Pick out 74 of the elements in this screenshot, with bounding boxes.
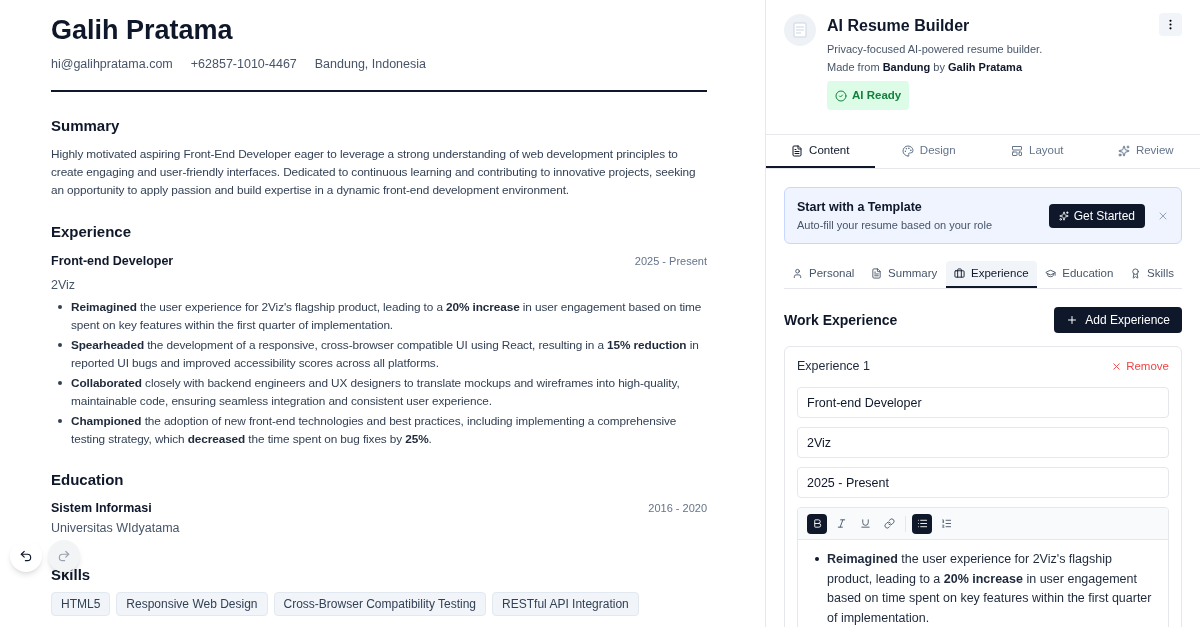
- rich-text-editor[interactable]: Reimagined the user experience for 2Viz's flagship product, leading to a 20% increase in user engagement based on time spent on key features within the first quarter of implementation.: [797, 507, 1169, 627]
- more-menu-button[interactable]: [1159, 13, 1182, 36]
- app-credit: Made from Bandung by Galih Pratama: [827, 59, 1024, 75]
- plus-icon: [1066, 314, 1079, 327]
- section-heading: Summary: [51, 116, 121, 136]
- link-icon: [883, 518, 895, 529]
- main-tab[interactable]: Design: [874, 135, 983, 169]
- italic-icon: [835, 518, 847, 529]
- section-tab[interactable]: Summary: [863, 261, 946, 289]
- x-icon: [1111, 361, 1123, 373]
- summary-text: Highly motivated aspiring Front-End Developer eager to leverage a strong understanding of web development principles to create engaging and user-friendly interfaces. Dedicated to continuous learning and contributing to innovative projects, seeking an opportunity to apply passion and build expertise in a dynamic front-end development environment.: [51, 146, 697, 199]
- document-icon: [791, 144, 804, 157]
- contact-text: hi@galihpratama.com: [51, 56, 173, 72]
- briefcase-icon: [954, 268, 965, 280]
- achievement-text: Spearheaded the development of a responsive, cross-browser compatible UI using React, resulting in a 15% reduction in reported UI bugs and improved accessibility scores across all platforms.: [71, 338, 699, 370]
- remove-button[interactable]: Remove: [1111, 358, 1169, 376]
- section-heading: Experience: [51, 222, 133, 242]
- achievement-text: Collaborated closely with backend engineers and UX designers to translate mockups and wireframes into high-quality, maintainable code, ensuring seamless integration and consistent user experience.: [71, 376, 680, 408]
- main-tab[interactable]: Content: [766, 135, 875, 169]
- section-tab[interactable]: Experience: [946, 261, 1037, 289]
- redo-icon: [57, 549, 71, 563]
- underline-icon: [859, 518, 871, 529]
- bullet-list-button[interactable]: [912, 513, 932, 534]
- banner-title: Start with a Template: [797, 199, 923, 217]
- date-text: 2025 - Present: [634, 254, 707, 269]
- section-tab[interactable]: Skills: [1122, 261, 1182, 289]
- graduation-cap-icon: [1045, 268, 1057, 280]
- experience-label: Experience 1: [797, 358, 870, 376]
- contact-text: Bandung, Indonesia: [314, 56, 426, 72]
- skill-tag: Cross-Browser Compatibility Testing: [273, 592, 487, 616]
- skill-tag: Responsive Web Design: [116, 592, 268, 616]
- date-text: 2016 - 2020: [648, 501, 707, 516]
- sparkles-icon: [1117, 144, 1130, 157]
- award-icon: [1130, 268, 1142, 280]
- section-tab[interactable]: Education: [1037, 261, 1122, 289]
- editor-text: Reimagined the user experience for 2Viz's flagship product, leading to a 20% increase in user engagement based on time spent on key features within the first quarter of implementation.: [827, 552, 1152, 625]
- section-heading: Education: [51, 470, 125, 490]
- app-title: AI Resume Builder: [827, 16, 970, 36]
- add-experience-button[interactable]: Add Experience: [1054, 307, 1182, 334]
- bold-icon: [811, 518, 823, 529]
- main-tab[interactable]: Layout: [983, 135, 1092, 169]
- input-field[interactable]: Front-end Developer: [797, 387, 1169, 418]
- input-field[interactable]: 2Viz: [797, 427, 1169, 458]
- skill-tag: HTML5: [51, 592, 111, 616]
- person-icon: [792, 268, 803, 280]
- logo-icon: [784, 14, 816, 46]
- bold-button[interactable]: [807, 513, 827, 534]
- status-badge: AI Ready: [827, 81, 910, 111]
- work-experience-heading: Work Experience: [784, 310, 898, 330]
- banner-subtitle: Auto-fill your resume based on your role: [797, 217, 994, 233]
- input-field[interactable]: 2025 - Present: [797, 467, 1169, 498]
- company-text: 2Viz: [51, 277, 77, 293]
- sparkles-icon: [1058, 210, 1069, 221]
- main-tab[interactable]: Review: [1091, 135, 1200, 169]
- section-heading: Skills: [51, 565, 92, 585]
- layout-icon: [1011, 144, 1023, 157]
- check-circle-icon: [835, 89, 847, 102]
- numbered-list-icon: [940, 518, 952, 529]
- palette-icon: [901, 144, 914, 157]
- get-started-button[interactable]: Get Started: [1048, 203, 1145, 228]
- undo-icon: [19, 549, 33, 563]
- section-tab[interactable]: Personal: [784, 261, 863, 289]
- resume-name: Galih Pratama: [51, 14, 234, 47]
- bullet-list-icon: [916, 518, 928, 529]
- achievement-text: Championed the adoption of new front-end technologies and best practices, including implementing a comprehensive testing strategy, which decreased the time spent on bug fixes by 25%.: [71, 414, 677, 446]
- app-tagline: Privacy-focused AI-powered resume builder.: [827, 42, 1044, 57]
- skill-tag: RESTful API Integration: [492, 592, 639, 616]
- job-title: Front-end Developer: [51, 253, 174, 269]
- degree-text: Sistem Informasi: [51, 500, 152, 516]
- contact-text: +62857-1010-4467: [190, 56, 297, 72]
- school-text: Universitas WIdyatama: [51, 520, 181, 536]
- document-icon: [871, 268, 883, 280]
- achievement-text: Reimagined the user experience for 2Viz's flagship product, leading to a 20% increase in user engagement based on time spent on key features within the first quarter of implementation.: [71, 300, 702, 332]
- undo-button[interactable]: [10, 540, 42, 572]
